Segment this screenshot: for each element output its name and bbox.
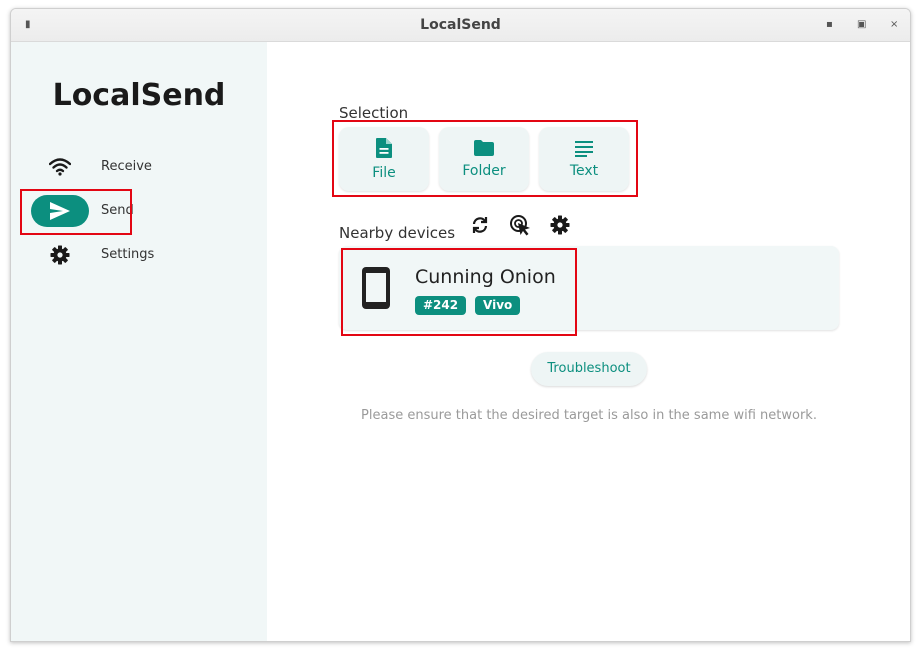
title-bar: ▮ LocalSend ▪ ▣ × bbox=[11, 9, 910, 42]
highlight-selection bbox=[332, 120, 638, 197]
highlight-device bbox=[341, 248, 577, 336]
nearby-devices-label: Nearby devices bbox=[339, 224, 456, 242]
app-window: ▮ LocalSend ▪ ▣ × LocalSend Receive Send… bbox=[10, 8, 911, 642]
sidebar-item-label: Receive bbox=[101, 159, 152, 174]
refresh-icon[interactable] bbox=[467, 212, 493, 238]
network-hint: Please ensure that the desired target is… bbox=[361, 408, 817, 423]
sidebar: LocalSend Receive Send Settings bbox=[11, 42, 267, 641]
troubleshoot-button[interactable]: Troubleshoot bbox=[531, 352, 647, 386]
app-title: LocalSend bbox=[52, 78, 226, 113]
sidebar-item-settings[interactable]: Settings bbox=[21, 239, 251, 275]
sidebar-item-label: Settings bbox=[101, 247, 155, 262]
wifi-icon bbox=[31, 151, 89, 183]
highlight-send bbox=[20, 189, 132, 235]
window-title: LocalSend bbox=[420, 17, 501, 33]
main-panel: Selection File Folder Text Nearby device… bbox=[267, 42, 910, 641]
scan-cursor-icon[interactable] bbox=[507, 212, 533, 238]
gear-icon[interactable] bbox=[547, 212, 573, 238]
minimize-icon[interactable]: ▪ bbox=[826, 19, 833, 31]
gear-icon bbox=[31, 239, 89, 271]
maximize-icon[interactable]: ▣ bbox=[857, 19, 866, 31]
close-icon[interactable]: × bbox=[890, 19, 898, 31]
sidebar-item-receive[interactable]: Receive bbox=[21, 151, 251, 187]
